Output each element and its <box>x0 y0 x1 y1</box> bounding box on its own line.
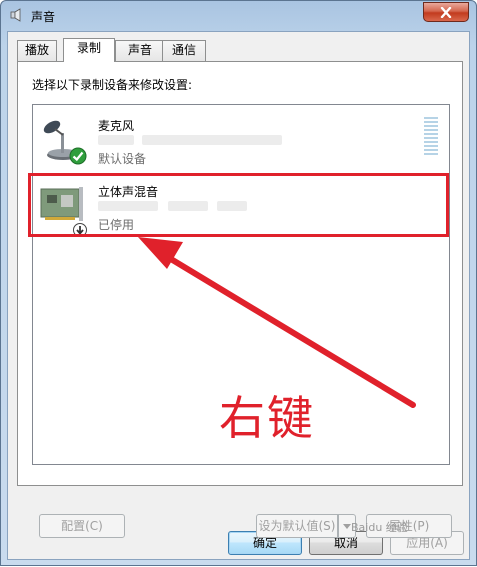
close-button[interactable] <box>423 2 469 22</box>
default-check-icon <box>69 147 87 165</box>
instruction-text: 选择以下录制设备来修改设置: <box>32 78 193 92</box>
tab-recording[interactable]: 录制 <box>63 38 115 62</box>
device-name: 立体声混音 <box>98 185 159 199</box>
annotation-label: 右键 <box>219 391 315 445</box>
window-title: 声音 <box>31 10 56 24</box>
device-driver-blurred <box>98 199 247 213</box>
device-status: 默认设备 <box>98 152 147 166</box>
chevron-down-icon <box>343 524 351 529</box>
watermark: Baidu 经验 <box>351 521 408 534</box>
close-icon <box>440 6 452 18</box>
dialog-client-area: 播放 录制 声音 通信 选择以下录制设备来修改设置: 麦克风 默认设备 立体声混… <box>7 31 470 560</box>
device-name: 麦克风 <box>98 119 135 133</box>
tab-playback[interactable]: 播放 <box>17 40 57 61</box>
device-status: 已停用 <box>98 218 135 232</box>
set-default-button[interactable]: 设为默认值(S) <box>256 514 338 538</box>
configure-button[interactable]: 配置(C) <box>39 514 125 538</box>
speaker-icon <box>10 8 21 22</box>
sound-dialog-window: 声音 播放 录制 声音 通信 选择以下录制设备来修改设置: 麦克风 默认设备 立… <box>0 0 477 566</box>
device-item-microphone[interactable]: 麦克风 默认设备 <box>33 111 449 175</box>
tab-communications[interactable]: 通信 <box>162 40 206 61</box>
title-bar[interactable]: 声音 <box>1 1 476 31</box>
level-meter <box>424 117 438 157</box>
device-driver-blurred <box>98 133 282 147</box>
device-item-stereo-mix[interactable]: 立体声混音 已停用 <box>33 177 449 241</box>
disabled-down-arrow-icon <box>73 223 87 237</box>
tab-sounds[interactable]: 声音 <box>115 40 165 61</box>
